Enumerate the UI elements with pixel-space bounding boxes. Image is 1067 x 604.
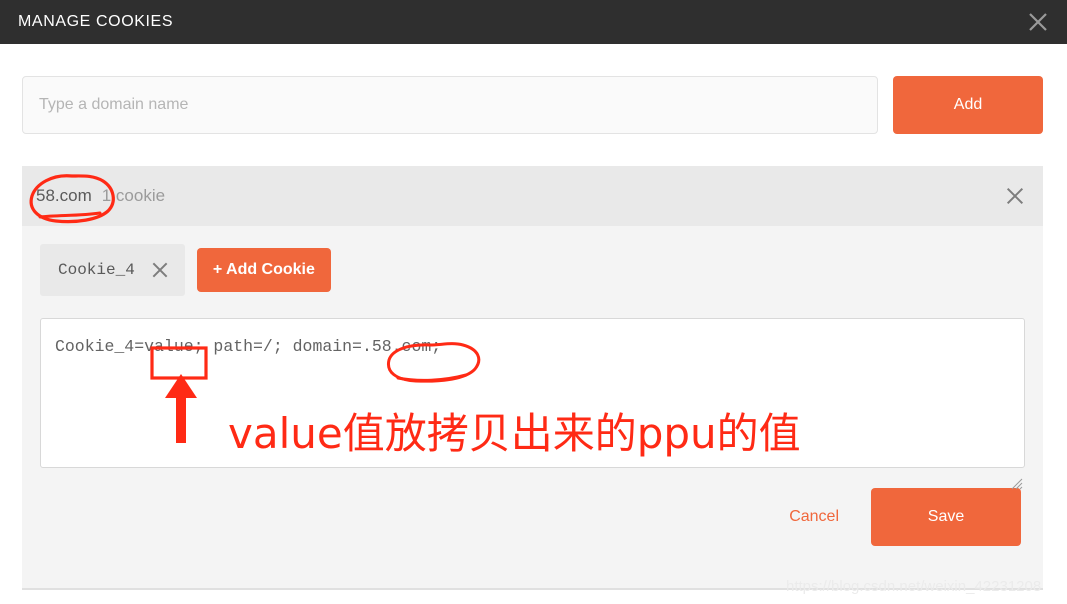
watermark-text: https://blog.csdn.net/weixin_42231208 [786, 578, 1042, 595]
save-button[interactable]: Save [871, 488, 1021, 546]
domain-cookie-count: 1 cookie [101, 186, 166, 205]
cookie-chip-row: Cookie_4 + Add Cookie [40, 244, 1025, 296]
domain-name-label: 58.com [36, 186, 92, 205]
annotation-note-text: value值放拷贝出来的ppu的值 [228, 409, 801, 458]
cancel-button[interactable]: Cancel [783, 507, 845, 527]
close-window-button[interactable] [1023, 7, 1053, 37]
add-domain-row: Add [22, 76, 1043, 134]
window-titlebar: MANAGE COOKIES [0, 0, 1067, 44]
close-icon [152, 262, 168, 278]
cookie-chip-label: Cookie_4 [58, 261, 135, 279]
add-cookie-button[interactable]: + Add Cookie [196, 248, 331, 292]
add-domain-button[interactable]: Add [893, 76, 1043, 134]
domain-input[interactable] [22, 76, 878, 134]
close-icon [1006, 187, 1024, 205]
remove-domain-button[interactable] [1001, 182, 1029, 210]
close-icon [1029, 13, 1047, 31]
domain-group: 58.com 1 cookie Cookie_4 + Add Cookie Co… [22, 166, 1043, 590]
remove-cookie-button[interactable] [149, 259, 171, 281]
cookie-chip[interactable]: Cookie_4 [40, 244, 185, 296]
page-title: MANAGE COOKIES [18, 13, 174, 30]
cookie-editor-panel: Cookie_4 + Add Cookie Cancel Save [22, 226, 1043, 590]
editor-footer-actions: Cancel Save [40, 488, 1025, 546]
domain-header-row[interactable]: 58.com 1 cookie [22, 166, 1043, 226]
